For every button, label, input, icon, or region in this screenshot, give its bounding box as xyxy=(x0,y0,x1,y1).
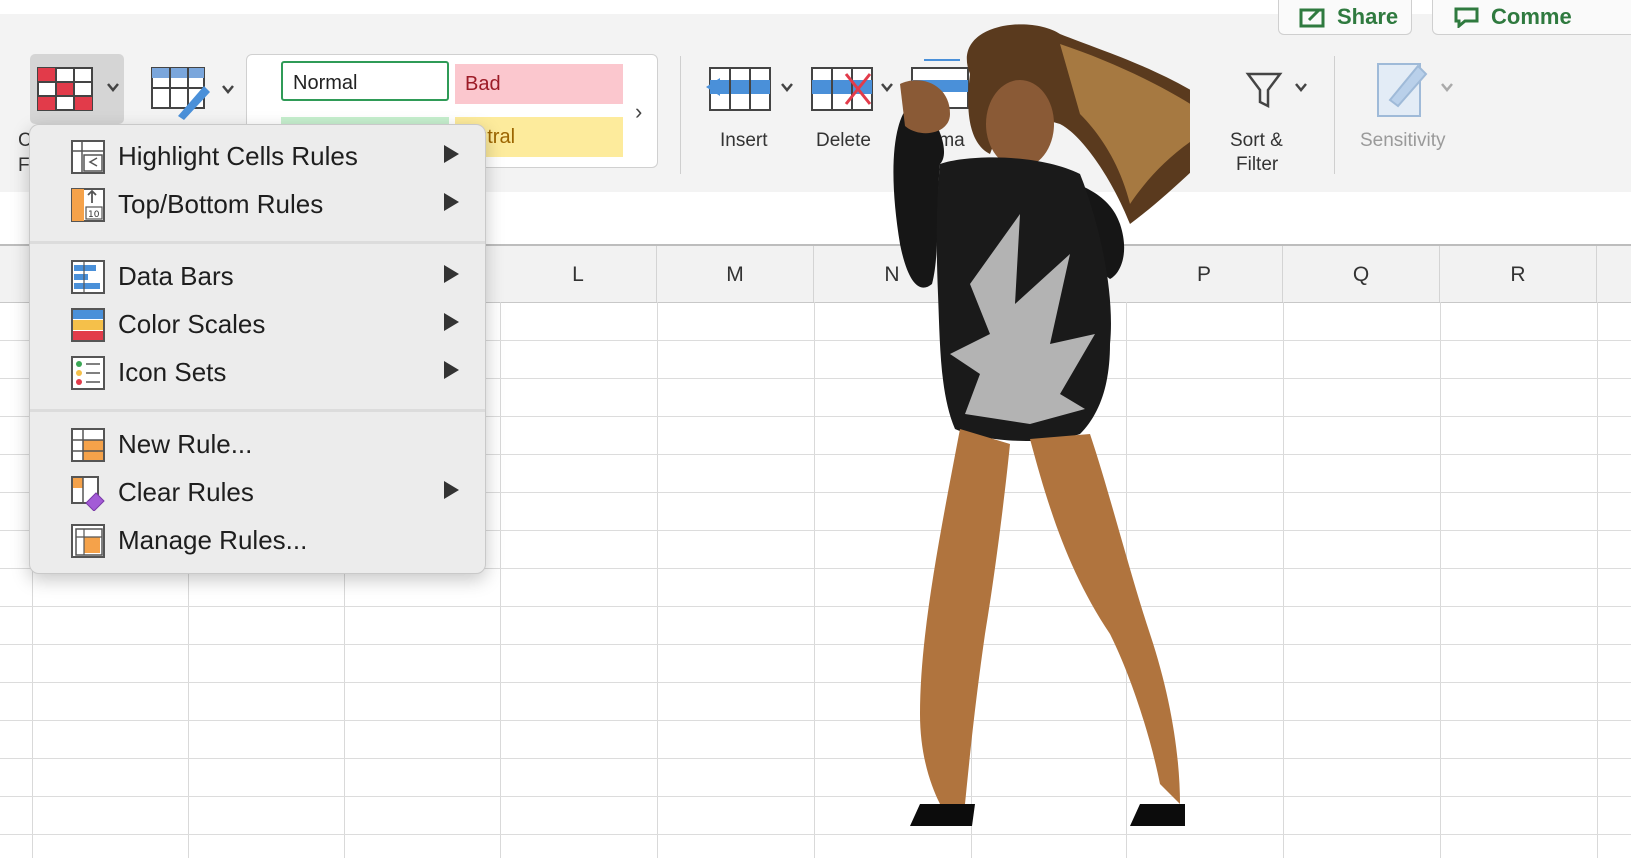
performer-left-leg xyxy=(920,429,1010,804)
conditional-formatting-icon xyxy=(37,67,119,111)
comments-label: Comme xyxy=(1491,4,1572,29)
new-rule-icon xyxy=(71,428,105,462)
submenu-arrow-icon xyxy=(444,145,459,163)
style-bad[interactable]: Bad xyxy=(455,64,623,104)
conditional-formatting-button[interactable] xyxy=(30,54,124,124)
sensitivity-icon xyxy=(1377,63,1453,117)
comment-icon xyxy=(1454,7,1479,28)
style-normal[interactable]: Normal xyxy=(281,61,449,101)
performer-right-leg xyxy=(1030,434,1180,804)
sensitivity-button[interactable] xyxy=(1372,56,1462,120)
column-gridline xyxy=(500,302,501,858)
menu-item-color-scales[interactable]: Color Scales xyxy=(30,301,485,347)
gallery-more-button[interactable]: › xyxy=(635,99,642,125)
submenu-arrow-icon xyxy=(444,481,459,499)
comments-button[interactable]: Comme xyxy=(1432,0,1631,35)
menu-item-icon-sets[interactable]: Icon Sets xyxy=(30,349,485,395)
menu-item-label: Top/Bottom Rules xyxy=(118,189,324,219)
svg-text:10: 10 xyxy=(88,210,100,220)
menu-item-label: Clear Rules xyxy=(118,477,254,507)
share-label: Share xyxy=(1337,4,1399,29)
menu-item-manage-rules[interactable]: Manage Rules... xyxy=(30,517,485,563)
sort-filter-label-1: Sort & xyxy=(1230,130,1283,151)
conditional-formatting-menu: Highlight Cells Rules 10 Top/Bottom Rule… xyxy=(29,124,486,574)
menu-item-clear-rules[interactable]: Clear Rules xyxy=(30,469,485,515)
insert-button[interactable] xyxy=(704,62,796,116)
row-gridline xyxy=(0,644,1631,645)
column-header-r[interactable]: R xyxy=(1440,246,1597,302)
submenu-arrow-icon xyxy=(444,265,459,283)
performer-face xyxy=(986,80,1054,168)
menu-separator xyxy=(30,241,485,244)
delete-label: Delete xyxy=(816,130,871,151)
column-header-q[interactable]: Q xyxy=(1283,246,1440,302)
share-icon xyxy=(1299,8,1325,28)
sort-filter-button[interactable] xyxy=(1244,70,1314,114)
menu-item-label: Icon Sets xyxy=(118,357,227,387)
performer-photo-overlay xyxy=(893,24,1190,826)
insert-cells-icon xyxy=(706,67,793,111)
insert-label: Insert xyxy=(720,130,768,151)
column-gridline xyxy=(1597,302,1598,858)
submenu-arrow-icon xyxy=(444,193,459,211)
performer-right-shoe xyxy=(1130,804,1185,826)
performer-left-shoe xyxy=(910,804,975,826)
clear-rules-icon xyxy=(71,476,105,511)
ribbon-separator xyxy=(1334,56,1335,174)
manage-rules-icon xyxy=(71,524,105,558)
menu-item-top-bottom-rules[interactable]: 10 Top/Bottom Rules xyxy=(30,181,485,227)
sort-filter-label-2: Filter xyxy=(1236,154,1279,175)
filter-icon xyxy=(1245,72,1307,109)
column-gridline xyxy=(1440,302,1441,858)
format-as-table-icon xyxy=(151,67,234,120)
row-gridline xyxy=(0,834,1631,835)
format-as-table-button[interactable] xyxy=(148,62,240,120)
sensitivity-label: Sensitivity xyxy=(1360,130,1446,151)
menu-item-new-rule[interactable]: New Rule... xyxy=(30,421,485,467)
menu-separator xyxy=(30,409,485,412)
column-gridline xyxy=(1283,302,1284,858)
menu-item-highlight-cells-rules[interactable]: Highlight Cells Rules xyxy=(30,133,485,179)
conditional-formatting-label-b: F xyxy=(18,155,30,176)
icon-sets-icon xyxy=(71,356,105,390)
share-button[interactable]: Share xyxy=(1278,0,1412,35)
performer-fist xyxy=(900,80,950,134)
column-header-l[interactable]: L xyxy=(500,246,657,302)
column-gridline xyxy=(657,302,658,858)
menu-item-label: Color Scales xyxy=(118,309,266,339)
menu-item-label: Data Bars xyxy=(118,261,234,291)
submenu-arrow-icon xyxy=(444,361,459,379)
row-gridline xyxy=(0,720,1631,721)
row-gridline xyxy=(0,682,1631,683)
menu-item-label: Highlight Cells Rules xyxy=(118,141,358,171)
color-scales-icon xyxy=(71,308,105,342)
ribbon-separator xyxy=(680,56,681,174)
row-gridline xyxy=(0,758,1631,759)
row-gridline xyxy=(0,606,1631,607)
column-gridline xyxy=(814,302,815,858)
menu-item-label: New Rule... xyxy=(118,429,253,459)
row-gridline xyxy=(0,796,1631,797)
top-bottom-icon: 10 xyxy=(71,188,105,222)
menu-item-data-bars[interactable]: Data Bars xyxy=(30,253,485,299)
column-header-m[interactable]: M xyxy=(657,246,814,302)
highlight-cells-icon xyxy=(71,140,105,174)
menu-item-label: Manage Rules... xyxy=(118,525,308,555)
submenu-arrow-icon xyxy=(444,313,459,331)
data-bars-icon xyxy=(71,260,105,294)
